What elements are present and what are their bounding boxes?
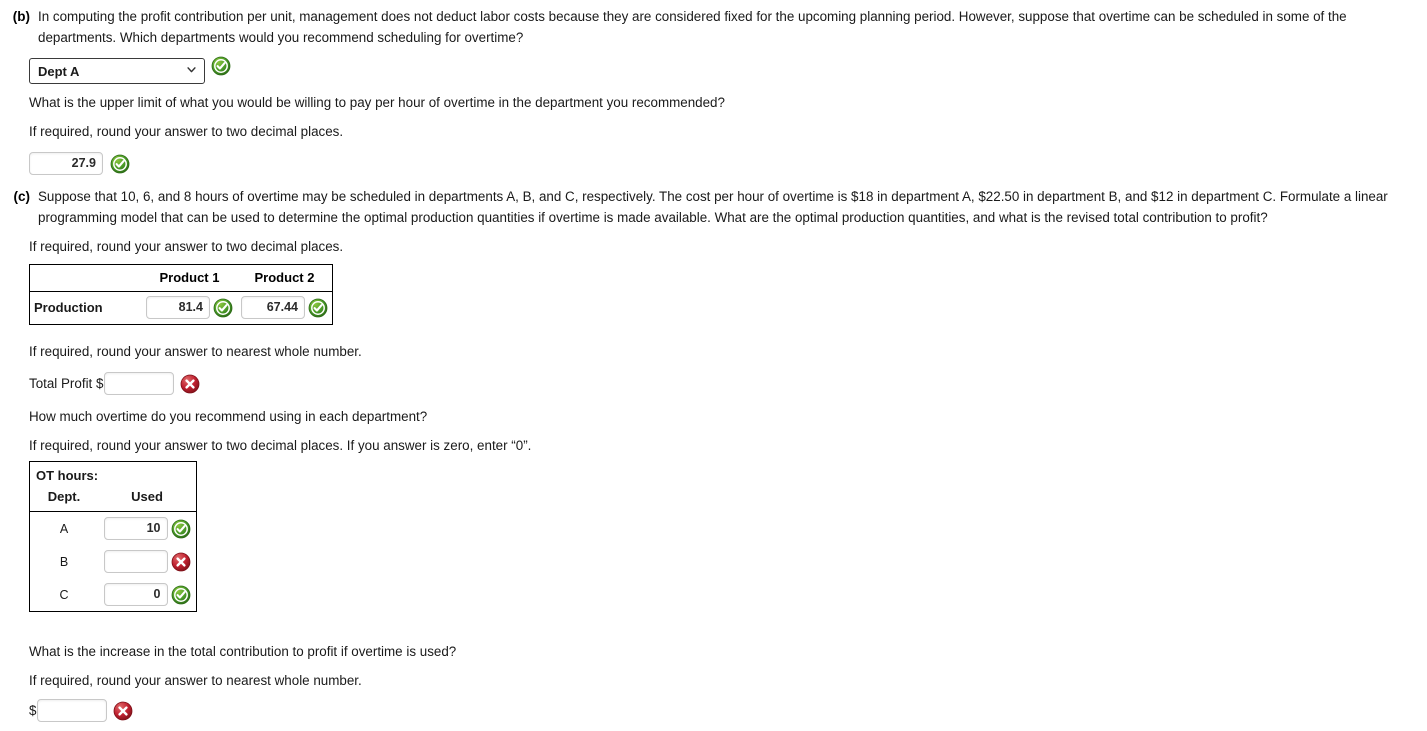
dept-select-wrapper[interactable]: Dept A [29,58,205,84]
ot-hours-table: OT hours: Dept. Used A 10 B C 0 [29,461,197,612]
ot-status-icon-dept-b [171,552,191,572]
total-profit-input[interactable] [104,372,175,395]
total-profit-label: Total Profit $ [29,376,104,391]
ot-table-row: B [30,545,197,578]
production-table-header-row: Product 1 Product 2 [29,264,333,292]
production-cell-product-2 [237,292,333,325]
production-cell-product-1 [142,292,237,325]
production-table-header-product-1: Product 1 [142,264,237,292]
part-b-text: In computing the profit contribution per… [38,9,1347,45]
rounding-note-b: If required, round your answer to two de… [29,124,344,139]
upper-limit-question: What is the upper limit of what you woul… [29,95,725,110]
production-status-icon-product-2 [308,298,328,318]
increase-status-icon [113,701,133,721]
ot-table-title-row: OT hours: [30,462,197,487]
ot-dept-a-cell [98,512,197,546]
rounding-note-c-two-dp: If required, round your answer to two de… [29,239,344,254]
ot-dept-b-cell [98,545,197,578]
ot-table-header-dept: Dept. [29,486,98,512]
ot-table-header-row: Dept. Used [29,486,197,512]
exercise-page: (b) In computing the profit contribution… [0,0,1427,731]
ot-input-dept-c[interactable] [103,583,168,606]
part-c-label: (c) [13,189,31,204]
dept-select[interactable]: Dept A [29,58,205,84]
question-part-b: (b) In computing the profit contribution… [0,6,1400,48]
ot-dept-a-label: A [59,521,69,536]
ot-input-dept-b[interactable] [103,550,168,573]
ot-dept-c-cell [98,578,197,612]
ot-dept-c-label: C [59,587,69,602]
production-status-icon-product-1 [213,298,233,318]
rounding-note-whole-1: If required, round your answer to neares… [29,344,362,359]
dept-select-status-icon [211,56,231,76]
rounding-note-zero: If required, round your answer to two de… [29,438,532,453]
ot-table-row: C [30,578,197,612]
production-table: Product 1 Product 2 Production [29,264,333,325]
increase-input[interactable] [37,699,108,722]
upper-limit-status-icon [110,154,130,174]
increase-question: What is the increase in the total contri… [29,644,457,659]
rounding-note-whole-2: If required, round your answer to neares… [29,673,362,688]
ot-table-row: A [30,512,197,546]
question-part-c: (c) Suppose that 10, 6, and 8 hours of o… [0,186,1420,228]
ot-dept-b-label: B [59,554,69,569]
overtime-question: How much overtime do you recommend using… [29,409,428,424]
production-table-header-blank [29,264,142,292]
production-input-product-2[interactable] [241,296,305,319]
ot-status-icon-dept-a [171,519,191,539]
increase-currency-label: $ [29,703,37,718]
upper-limit-input[interactable] [29,152,103,175]
part-b-label: (b) [12,9,30,24]
ot-status-icon-dept-c [171,585,191,605]
production-input-product-1[interactable] [146,296,210,319]
ot-input-dept-a[interactable] [103,517,168,540]
production-table-row: Production [30,292,333,325]
production-row-label: Production [34,300,103,315]
increase-answer-group: $ [29,699,133,722]
ot-table-title: OT hours: [36,468,99,483]
ot-table-header-used: Used [98,486,197,512]
upper-limit-answer-group [29,152,130,175]
part-c-text: Suppose that 10, 6, and 8 hours of overt… [38,189,1388,225]
total-profit-status-icon [180,374,200,394]
production-table-header-product-2: Product 2 [237,264,333,292]
total-profit-group: Total Profit $ [29,372,200,395]
